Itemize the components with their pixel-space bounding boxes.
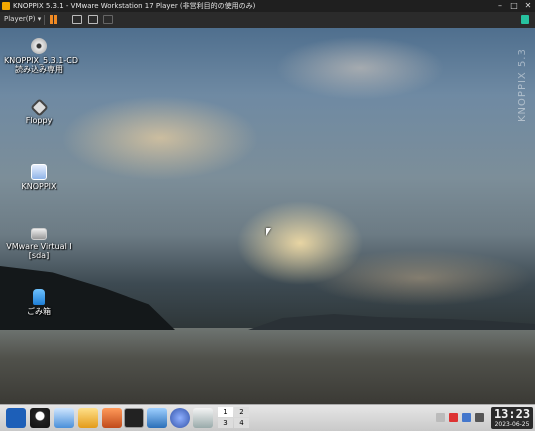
vmware-logo-icon [2,2,10,10]
desktop-icon-label: VMware Virtual I [6,242,72,251]
fullscreen-icon[interactable] [88,15,98,24]
browser-icon[interactable] [170,408,190,428]
library-icon[interactable] [521,15,529,24]
wallpaper-water [0,328,535,404]
kde-menu-icon[interactable] [6,408,26,428]
unity-icon[interactable] [103,15,113,24]
desktop-2[interactable]: 2 [234,407,249,417]
desktop-icon-label: 読み込み専用 [15,65,63,74]
document-icon[interactable] [193,408,213,428]
wallpaper-far-hills [248,314,535,330]
harddisk-icon [31,228,47,240]
home-icon[interactable] [102,408,122,428]
clock[interactable]: 13:23 2023-06-25 [491,407,533,429]
desktop-icon-label: KNOPPIX [21,182,57,191]
pause-icon[interactable] [50,15,53,24]
clock-time: 13:23 [493,407,531,421]
clock-date: 2023-06-25 [494,421,530,428]
monitor-icon[interactable] [462,413,471,422]
desktop-icon-label: KNOPPIX_5.3.1-CD [4,56,79,65]
knoppix-watermark: KNOPPIX 5.3 [517,48,528,122]
desktop-icon-cdrom[interactable]: KNOPPIX_5.3.1-CD 読み込み専用 [4,38,79,74]
desktop-icon-knoppix[interactable]: KNOPPIX [4,164,74,191]
toolbar-separator [44,15,45,25]
kde-taskbar: 1 2 3 4 13:23 2023-06-25 [0,404,535,431]
desktop-icon-harddisk[interactable]: VMware Virtual I [sda] [4,228,74,260]
desktop-3[interactable]: 3 [218,418,233,428]
network-icon[interactable] [147,408,167,428]
window-title: KNOPPIX 5.3.1 - VMware Workstation 17 Pl… [13,2,256,10]
flag-icon[interactable] [449,413,458,422]
mouse-cursor-icon [266,228,271,236]
desktop-icon-trash[interactable]: ごみ箱 [4,289,74,316]
desktop-icon-label: [sda] [28,251,50,260]
desktop-icon-label: Floppy [25,116,53,125]
desktop-4[interactable]: 4 [234,418,249,428]
vmware-toolbar: Player(P) ▾ [0,12,535,28]
minimize-button[interactable]: – [493,0,507,12]
knoppix-icon [31,164,47,180]
files-icon[interactable] [78,408,98,428]
speaker-icon[interactable] [475,413,484,422]
printer-icon[interactable] [436,413,445,422]
trash-icon [33,289,45,305]
player-menu[interactable]: Player(P) ▾ [4,15,41,23]
knoppix-desktop[interactable]: KNOPPIX 5.3 KNOPPIX_5.3.1-CD 読み込み専用 Flop… [0,28,535,404]
send-ctrl-alt-del-icon[interactable] [72,15,82,24]
konsole-icon[interactable] [124,408,144,428]
vmware-titlebar: KNOPPIX 5.3.1 - VMware Workstation 17 Pl… [0,0,535,12]
cdrom-icon [31,38,47,54]
maximize-button[interactable]: □ [507,0,521,12]
floppy-icon [29,98,49,117]
desktop-icon-label: ごみ箱 [27,307,51,316]
tux-icon[interactable] [30,408,50,428]
virtual-desktop-pager: 1 2 3 4 [218,407,250,429]
terminal-shell-icon[interactable] [54,408,74,428]
close-button[interactable]: ✕ [521,0,535,12]
desktop-icon-floppy[interactable]: Floppy [4,98,74,125]
desktop-1[interactable]: 1 [218,407,233,417]
